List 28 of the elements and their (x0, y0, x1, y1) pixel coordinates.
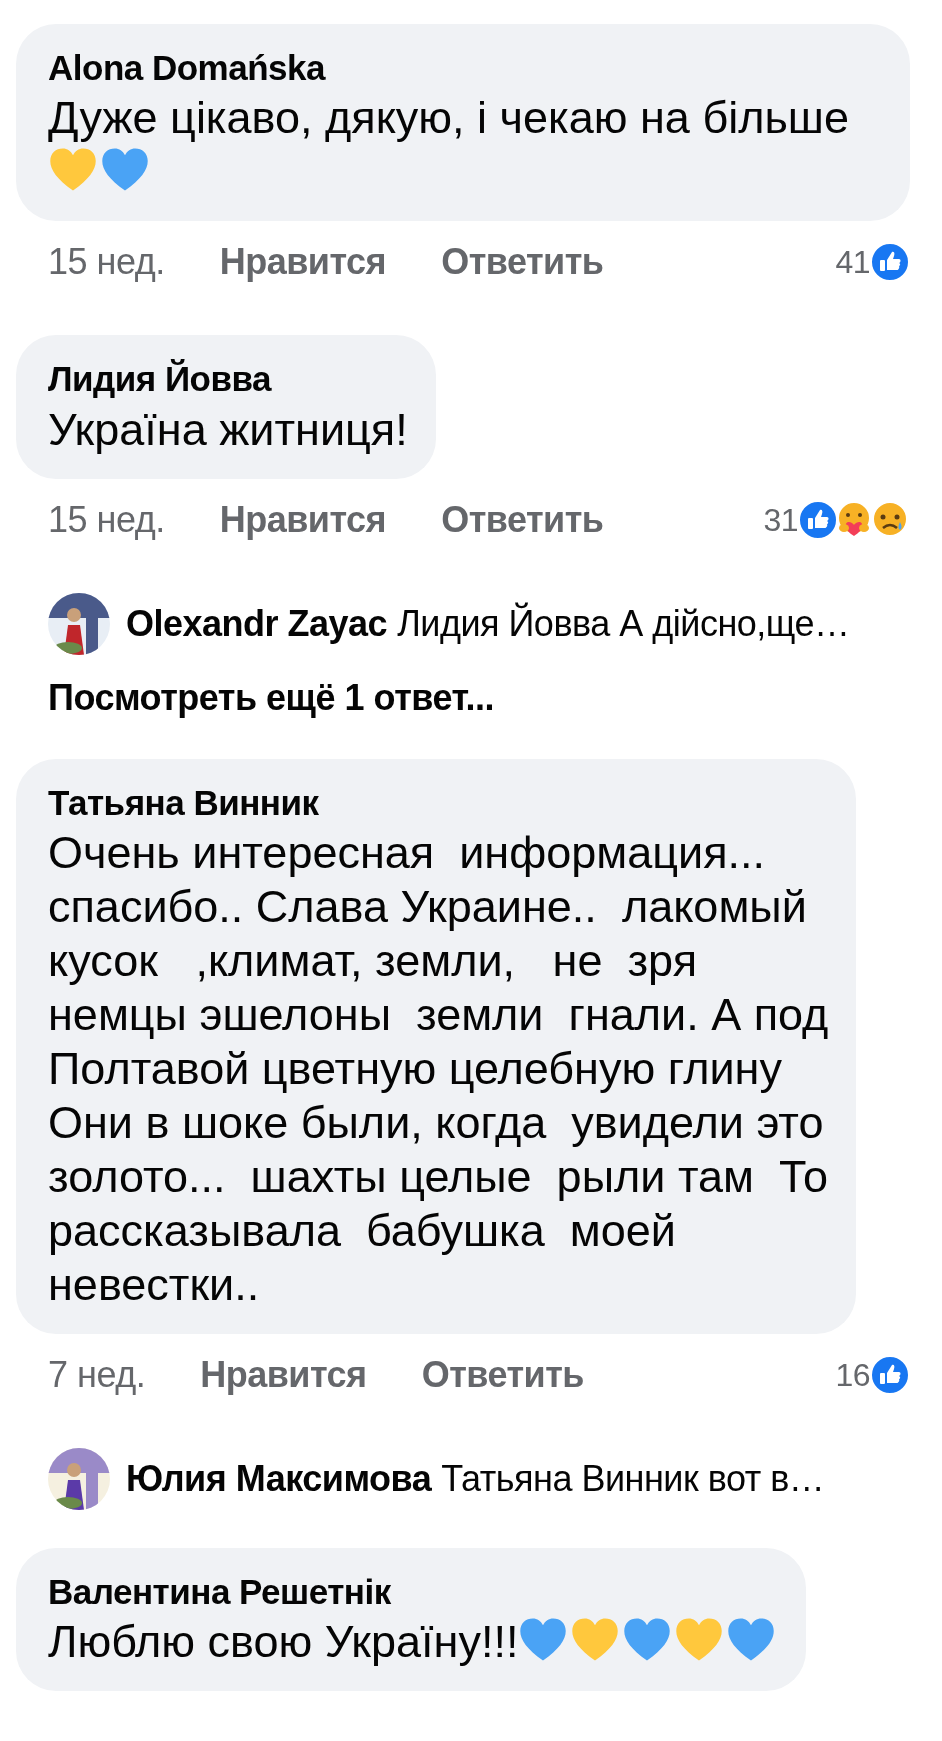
comment-author[interactable]: Татьяна Винник (48, 778, 829, 826)
comment-text: Очень интересная информация... спасибо.. Слава Украине.. лакомый кусок ,климат, земли, не зря немцы эшелоны земли гнали. А под Полтавой цветную целебную глину Они в шоке были, когда увидели это золото... шахты целые рыли там То рассказывала бабушка моей невестки.. (48, 826, 829, 1310)
comment-time: 7 нед. (48, 1352, 146, 1397)
comment-text: Люблю свою Україну!!! (48, 1616, 519, 1667)
like-icon (798, 499, 838, 540)
comment-author[interactable]: Лидия Йовва (48, 355, 408, 403)
reaction-count: 31 (763, 500, 798, 540)
comment-text: Дуже цікаво, дякую, і чекаю на більше (48, 92, 849, 144)
reply-link[interactable]: Ответить (421, 1347, 584, 1402)
like-link[interactable]: Нравится (219, 492, 387, 547)
like-link[interactable]: Нравится (219, 235, 387, 290)
reaction-count: 16 (835, 1355, 870, 1395)
reply-link[interactable]: Ответить (441, 235, 604, 290)
view-more-replies-link[interactable]: Посмотреть ещё 1 ответ... (16, 670, 910, 725)
like-icon (870, 242, 910, 283)
reply-author[interactable]: Юлия Максимова (126, 1451, 432, 1506)
reaction-count: 41 (835, 243, 870, 283)
comment-time: 15 нед. (48, 240, 165, 285)
reply-author[interactable]: Olexandr Zayac (126, 596, 388, 651)
reply-preview: Татьяна Винник вот в… (441, 1456, 825, 1501)
reply-preview: Лидия Йовва А дійсно,ще… (397, 601, 850, 646)
comment-author[interactable]: Валентина Решетнік (48, 1567, 779, 1615)
like-link[interactable]: Нравится (200, 1347, 367, 1402)
reply-link[interactable]: Ответить (441, 492, 604, 547)
comment-time: 15 нед. (48, 497, 165, 542)
like-icon (870, 1354, 910, 1395)
comment-text: Україна житниця! (48, 403, 408, 455)
comment-author[interactable]: Alona Domańska (48, 44, 882, 92)
